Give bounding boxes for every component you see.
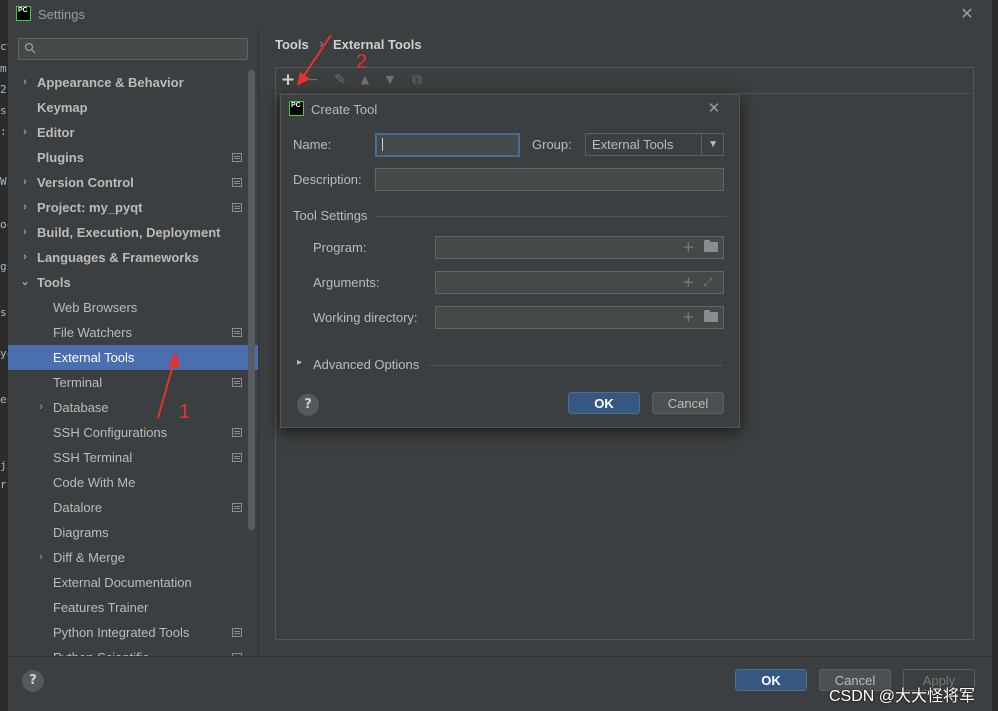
annotation-step-1: 1: [179, 401, 191, 423]
watermark: CSDN @大大怪将军: [829, 688, 976, 705]
annotation-arrow-1: [157, 352, 180, 419]
annotation-arrow-2: [297, 34, 332, 86]
annotation-step-2: 2: [356, 51, 368, 73]
annotation-arrows: [157, 34, 332, 419]
